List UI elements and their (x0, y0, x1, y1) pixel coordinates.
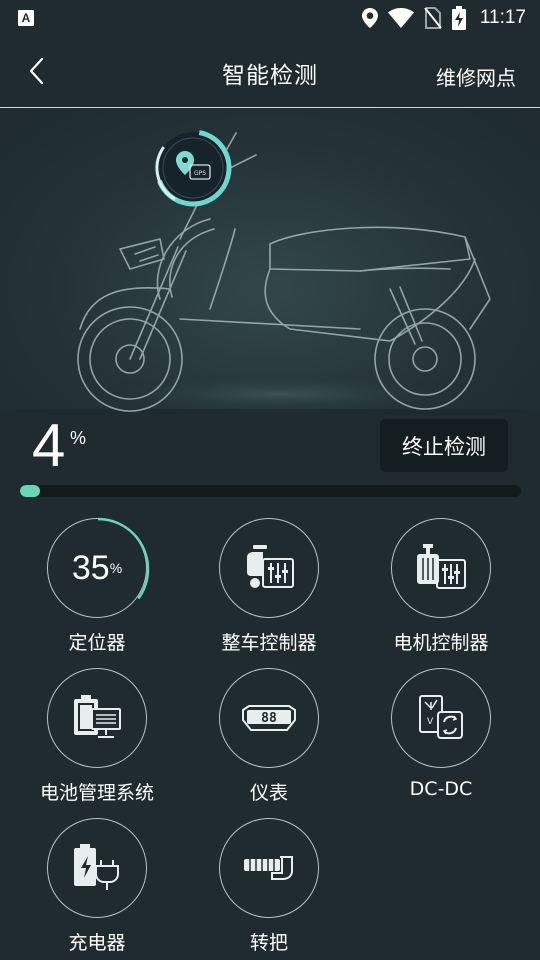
overall-progress-unit: % (70, 428, 87, 448)
check-item-label: 充电器 (68, 932, 126, 954)
check-item-motor-controller[interactable]: 电机控制器 (356, 518, 526, 658)
meter-digits: 88 (261, 711, 277, 726)
check-item-battery-management[interactable]: 电池管理系统 (12, 668, 182, 808)
no-sim-icon (424, 7, 442, 29)
check-item-dc-dc[interactable]: V DC-DC (356, 668, 526, 808)
scooter-illustration (77, 132, 491, 416)
battery-charging-icon (451, 6, 466, 30)
status-bar: A 11:17 (0, 0, 540, 36)
check-item-locator[interactable]: 35% 定位器 (12, 517, 182, 658)
scooter-hero: GPS (0, 109, 540, 416)
overall-progress-value: 4 (32, 412, 66, 479)
motor-controller-icon (417, 544, 466, 589)
app-header: 智能检测 维修网点 (0, 36, 540, 108)
svg-text:V: V (427, 717, 434, 727)
stop-detection-button[interactable]: 终止检测 (380, 419, 508, 472)
wifi-icon (387, 8, 414, 28)
dashboard-meter-icon: 88 (242, 705, 296, 731)
check-item-throttle[interactable]: 转把 (184, 818, 354, 958)
repair-shops-link[interactable]: 维修网点 (436, 62, 516, 91)
overall-progress-bar (20, 485, 521, 497)
check-item-label: 转把 (249, 932, 288, 954)
check-item-label: 整车控制器 (221, 632, 317, 654)
locator-progress-circle: 35% (46, 517, 150, 621)
check-item-label: 电机控制器 (393, 632, 489, 654)
throttle-grip-icon (244, 856, 293, 880)
clock: 11:17 (479, 7, 526, 28)
locator-progress-ring (46, 517, 150, 621)
check-item-label: 定位器 (68, 632, 126, 654)
back-button[interactable] (22, 56, 52, 86)
location-icon (361, 8, 378, 28)
charger-icon (74, 844, 119, 890)
check-item-label: 仪表 (249, 782, 288, 804)
dc-dc-converter-icon: V (419, 695, 463, 739)
check-item-meter[interactable]: 88 仪表 (184, 668, 354, 808)
chevron-left-icon (29, 57, 44, 85)
check-item-vehicle-controller[interactable]: 整车控制器 (184, 518, 354, 658)
app-notification-icon: A (18, 10, 34, 26)
overall-progress-fill (20, 485, 41, 497)
vehicle-controller-icon (247, 545, 294, 588)
check-item-label: 电池管理系统 (39, 782, 154, 804)
check-item-label: DC-DC (409, 778, 473, 800)
gps-badge-text: GPS (194, 170, 206, 177)
gps-badge-icon: GPS (154, 129, 232, 207)
check-item-charger[interactable]: 充电器 (12, 818, 182, 958)
battery-management-icon (74, 695, 121, 738)
